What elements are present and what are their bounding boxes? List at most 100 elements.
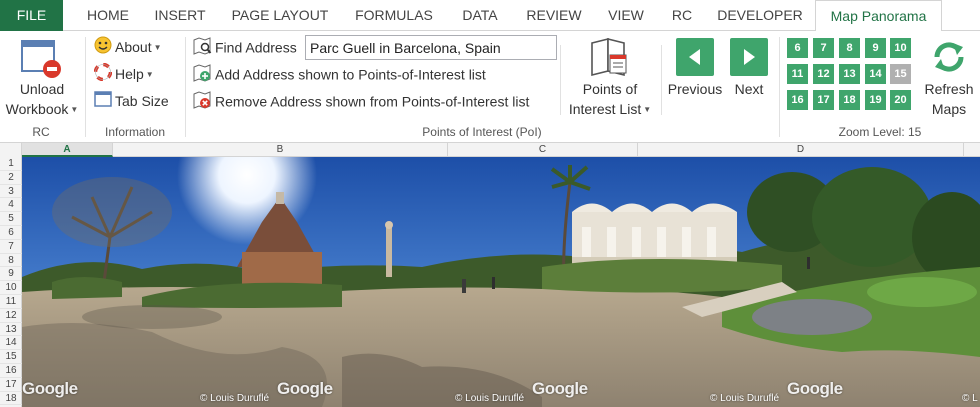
row-header[interactable]: 5 [0,212,22,226]
column-header[interactable]: A [22,143,113,157]
zoom-level-button[interactable]: 9 [865,38,886,58]
row-header[interactable]: 11 [0,295,22,309]
find-address-button[interactable]: Find Address [192,36,297,58]
window-icon [94,90,112,114]
row-header[interactable]: 8 [0,254,22,268]
map-search-icon [192,36,212,62]
zoom-level-button[interactable]: 18 [839,90,860,110]
row-header[interactable]: 15 [0,350,22,364]
tab-review[interactable]: REVIEW [520,0,588,31]
previous-button[interactable] [676,38,714,76]
row-header[interactable]: 18 [0,392,22,406]
map-add-icon [192,63,212,89]
row-header[interactable]: 2 [0,171,22,185]
column-header-bar: A B C D [0,143,980,157]
tab-file[interactable]: FILE [0,0,63,31]
tab-data[interactable]: DATA [453,0,507,31]
add-poi-label: Add Address shown to Points-of-Interest … [215,66,486,83]
tab-rc[interactable]: RC [664,0,700,31]
tab-developer[interactable]: DEVELOPER [713,0,807,31]
address-input[interactable] [305,35,557,60]
chevron-down-icon: ▼ [153,43,162,53]
column-header[interactable]: D [638,143,964,157]
chevron-down-icon: ▼ [643,105,652,115]
group-separator [661,45,662,115]
zoom-level-button[interactable]: 6 [787,38,808,58]
zoom-level-button[interactable]: 10 [890,38,911,58]
chevron-down-icon: ▼ [145,70,154,80]
next-label: Next [734,81,764,97]
group-label-zoom: Zoom Level: 15 [838,125,922,139]
zoom-level-button[interactable]: 13 [839,64,860,84]
group-separator [779,37,780,137]
group-separator [85,37,86,137]
tab-insert[interactable]: INSERT [148,0,212,31]
group-label-poi: Points of Interest (PoI) [422,125,542,139]
remove-poi-label: Remove Address shown from Points-of-Inte… [215,93,530,110]
map-remove-icon [192,90,212,116]
street-view-panorama[interactable]: Google © Louis Duruflé Google © Louis Du… [22,157,980,407]
column-header[interactable]: B [113,143,448,157]
select-all-corner[interactable] [0,143,22,157]
zoom-level-button[interactable]: 17 [813,90,834,110]
row-header[interactable]: 10 [0,281,22,295]
tab-page-layout[interactable]: PAGE LAYOUT [224,0,336,31]
row-header[interactable]: 12 [0,309,22,323]
google-watermark: Google [787,379,843,398]
row-header[interactable]: 3 [0,185,22,199]
row-header[interactable]: 17 [0,378,22,392]
add-poi-button[interactable]: Add Address shown to Points-of-Interest … [192,63,486,85]
zoom-level-button[interactable]: 12 [813,64,834,84]
remove-poi-button[interactable]: Remove Address shown from Points-of-Inte… [192,90,529,112]
tab-formulas[interactable]: FORMULAS [348,0,440,31]
poi-list-button[interactable]: Points of Interest List ▼ [562,35,658,120]
unload-line1: Unload [19,81,65,97]
help-button[interactable]: Help ▼ [93,63,154,87]
row-header[interactable]: 1 [0,157,22,171]
row-header[interactable]: 4 [0,198,22,213]
zoom-level-button[interactable]: 14 [865,64,886,84]
lifebuoy-icon [93,63,113,87]
zoom-level-button[interactable]: 20 [890,90,911,110]
unload-line2: Workbook [5,101,69,117]
group-separator [560,45,561,115]
refresh-icon [918,35,980,79]
row-header[interactable]: 6 [0,226,22,240]
ribbon: Unload Workbook ▼ RC About ▼ Help ▼ Tab Siz… [0,31,980,143]
ribbon-tab-bar: FILE HOME INSERT PAGE LAYOUT FORMULAS DA… [0,0,980,32]
panorama-image [22,157,980,407]
tab-size-button[interactable]: Tab Size [94,90,169,112]
previous-label: Previous [667,81,723,97]
google-watermark: Google [22,379,78,398]
find-address-label: Find Address [215,39,297,56]
help-label: Help [115,66,144,82]
about-button[interactable]: About ▼ [94,36,162,58]
zoom-level-button-selected[interactable]: 15 [890,64,911,84]
copyright-label: © Louis Duruflé [200,393,270,404]
book-list-icon [562,35,658,79]
next-button[interactable] [730,38,768,76]
row-header[interactable]: 13 [0,323,22,337]
zoom-level-button[interactable]: 19 [865,90,886,110]
tab-map-panorama[interactable]: Map Panorama [815,0,942,32]
row-header-bar: 1 2 3 4 5 6 7 8 9 10 11 12 13 14 15 16 1… [0,157,22,407]
poi-list-line1: Points of [582,81,638,97]
zoom-level-button[interactable]: 11 [787,64,808,84]
row-header[interactable]: 16 [0,364,22,378]
refresh-maps-button[interactable]: Refresh Maps [918,35,980,119]
column-header[interactable]: C [448,143,638,157]
google-watermark: Google [532,379,588,398]
zoom-level-button[interactable]: 7 [813,38,834,58]
tab-size-label: Tab Size [115,93,169,109]
zoom-level-button[interactable]: 16 [787,90,808,110]
group-separator [185,37,186,137]
unload-workbook-icon [2,35,82,79]
zoom-level-button[interactable]: 8 [839,38,860,58]
row-header[interactable]: 9 [0,267,22,282]
unload-workbook-button[interactable]: Unload Workbook ▼ [2,35,82,120]
row-header[interactable]: 14 [0,336,22,351]
group-label-rc: RC [32,125,50,139]
tab-view[interactable]: VIEW [601,0,651,31]
tab-home[interactable]: HOME [78,0,138,31]
row-header[interactable]: 7 [0,240,22,254]
